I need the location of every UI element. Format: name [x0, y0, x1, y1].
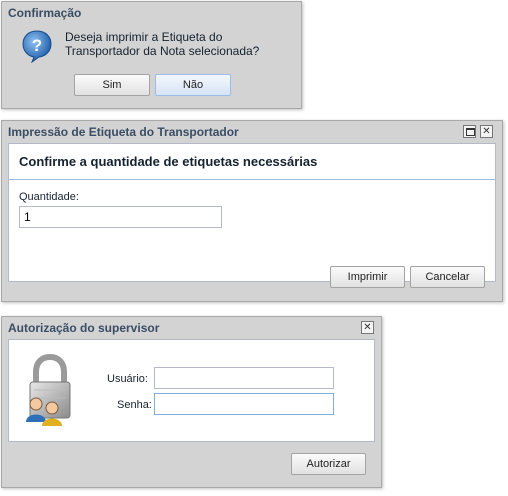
- user-label: Usuário:: [107, 373, 148, 385]
- no-button[interactable]: Não: [155, 74, 231, 96]
- lock-users-icon: [26, 354, 71, 426]
- confirm-dialog: Confirmação ? Deseja imprimir a Etiqueta…: [1, 1, 302, 109]
- cancel-button[interactable]: Cancelar: [410, 266, 485, 288]
- supervisor-auth-dialog: Autorização do supervisor ✕ Usuário: Sen…: [1, 316, 382, 488]
- heading-divider: [9, 179, 495, 180]
- auth-dialog-title: Autorização do supervisor: [8, 321, 160, 335]
- yes-button[interactable]: Sim: [74, 74, 150, 96]
- label-dialog-title: Impressão de Etiqueta do Transportador: [8, 125, 239, 139]
- quantity-label: Quantidade:: [19, 191, 79, 203]
- svg-text:?: ?: [32, 36, 42, 55]
- user-input[interactable]: [154, 367, 334, 389]
- password-input[interactable]: [154, 393, 334, 415]
- print-button[interactable]: Imprimir: [330, 266, 405, 288]
- confirm-dialog-title: Confirmação: [8, 6, 82, 20]
- confirm-message-line1: Deseja imprimir a Etiqueta do: [65, 30, 223, 44]
- maximize-icon[interactable]: [463, 125, 476, 138]
- quantity-input[interactable]: [19, 206, 222, 228]
- auth-dialog-body: Usuário: Senha:: [8, 339, 375, 442]
- password-label: Senha:: [117, 399, 152, 411]
- label-dialog-body: Confirme a quantidade de etiquetas neces…: [8, 143, 496, 282]
- confirm-message-line2: Transportador da Nota selecionada?: [65, 44, 260, 58]
- close-icon[interactable]: ✕: [361, 321, 374, 334]
- label-print-dialog: Impressão de Etiqueta do Transportador ✕…: [1, 120, 503, 302]
- question-icon: ?: [22, 30, 52, 63]
- label-dialog-heading: Confirme a quantidade de etiquetas neces…: [19, 154, 318, 169]
- authorize-button[interactable]: Autorizar: [291, 453, 366, 475]
- close-icon[interactable]: ✕: [480, 125, 493, 138]
